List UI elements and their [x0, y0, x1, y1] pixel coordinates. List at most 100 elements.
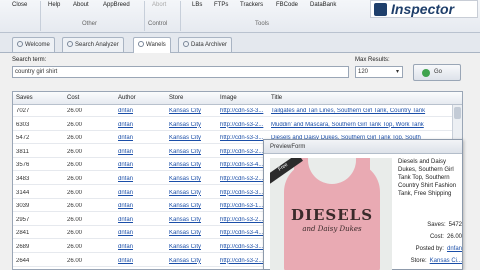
search-input[interactable]: country girl shirt [12, 66, 349, 78]
cell-title-link[interactable]: Muddin' and Mascara, Southern Girl Tank … [271, 122, 451, 128]
trackers-button[interactable]: Trackers [240, 2, 263, 8]
cell-image-link[interactable]: http://cdn-s3-4... [220, 162, 268, 168]
cell-cost: 26.00 [67, 162, 83, 169]
cell-store-link[interactable]: Kansas City [169, 135, 201, 141]
cell-author-link[interactable]: dnfan [118, 122, 133, 128]
cell-image-link[interactable]: http://cdn-s3-3... [220, 190, 268, 196]
fbcode-button[interactable]: FBCode [276, 2, 298, 8]
cell-author-link[interactable]: dnfan [118, 149, 133, 155]
max-results-select[interactable]: 120 ▾ [355, 66, 403, 78]
cell-cost: 26.00 [67, 230, 83, 237]
ftps-button[interactable]: FTPs [214, 2, 228, 8]
tab-label: Wanels [146, 42, 166, 48]
cell-store-link[interactable]: Kansas City [169, 162, 201, 168]
cell-store-link[interactable]: Kansas City [169, 108, 201, 114]
cell-store-link[interactable]: Kansas City [169, 244, 201, 250]
cell-author-link[interactable]: dnfan [118, 217, 133, 223]
cell-store-link[interactable]: Kansas City [169, 203, 201, 209]
posted-by-link[interactable]: dnfan [447, 246, 462, 252]
tab-strip: Welcome Search Analyzer Wanels Data Arch… [0, 33, 480, 53]
posted-label: Posted by: [415, 246, 444, 252]
ribbon-separator [180, 1, 181, 31]
cell-store-link[interactable]: Kansas City [169, 230, 201, 236]
magnifier-icon [67, 41, 73, 47]
column-saves[interactable]: Saves [16, 95, 33, 101]
cell-title-link[interactable]: Tailgates and Tan Lines, Southern Girl T… [271, 108, 451, 114]
preview-saves: Saves: 5472 [398, 222, 462, 228]
product-image: DIESELS and Daisy Dukes Free [270, 158, 392, 270]
cell-cost: 26.00 [67, 121, 83, 128]
column-store[interactable]: Store [169, 95, 183, 101]
store-link[interactable]: Kansas Ci... [430, 258, 462, 264]
help-button[interactable]: Help [48, 2, 60, 8]
tank-strap [354, 158, 370, 188]
table-row[interactable]: 7027 26.00 dnfan Kansas City http://cdn-s3-3… [13, 105, 453, 117]
max-results-value: 120 [358, 69, 369, 75]
cell-author-link[interactable]: dnfan [118, 230, 133, 236]
cell-store-link[interactable]: Kansas City [169, 190, 201, 196]
cell-image-link[interactable]: http://cdn-s3-3... [220, 135, 268, 141]
cell-saves: 6303 [16, 121, 30, 128]
lbs-button[interactable]: LBs [192, 2, 202, 8]
tab-data-archiver[interactable]: Data Archiver [178, 37, 233, 52]
column-author[interactable]: Author [118, 95, 136, 101]
column-title[interactable]: Title [271, 95, 282, 101]
scrollbar-thumb[interactable] [454, 107, 461, 119]
abort-button[interactable]: Abort [152, 2, 166, 8]
tab-label: Welcome [25, 42, 50, 48]
appbreed-button[interactable]: AppBreed [103, 2, 130, 8]
preview-posted-by: Posted by: dnfan [398, 246, 462, 252]
cell-cost: 26.00 [67, 108, 83, 114]
cell-cost: 26.00 [67, 148, 83, 155]
close-button[interactable]: Close [12, 2, 27, 8]
cell-author-link[interactable]: dnfan [118, 258, 133, 264]
cell-author-link[interactable]: dnfan [118, 203, 133, 209]
cell-saves: 3811 [16, 148, 29, 155]
cell-author-link[interactable]: dnfan [118, 176, 133, 182]
grid-header: Saves Cost Author Store Image Title [13, 92, 462, 105]
cell-image-link[interactable]: http://cdn-s3-4... [220, 230, 268, 236]
column-image[interactable]: Image [220, 95, 237, 101]
cell-saves: 2644 [16, 257, 30, 264]
cell-store-link[interactable]: Kansas City [169, 176, 201, 182]
group-label-tools: Tools [255, 21, 270, 27]
cost-value: 26.00 [446, 234, 462, 240]
cell-saves: 5472 [16, 135, 30, 142]
column-cost[interactable]: Cost [67, 95, 79, 101]
tab-wanels[interactable]: Wanels [133, 37, 171, 53]
cell-store-link[interactable]: Kansas City [169, 149, 201, 155]
cell-image-link[interactable]: http://cdn-s3-2... [220, 217, 268, 223]
table-row[interactable]: 6303 26.00 dnfan Kansas City http://cdn-s3-2… [13, 119, 453, 131]
cell-store-link[interactable]: Kansas City [169, 258, 201, 264]
eye-icon [138, 41, 144, 47]
cell-store-link[interactable]: Kansas City [169, 122, 201, 128]
cell-author-link[interactable]: dnfan [118, 162, 133, 168]
cell-author-link[interactable]: dnfan [118, 190, 133, 196]
about-button[interactable]: About [73, 2, 89, 8]
cell-saves: 3144 [16, 189, 30, 196]
product-image-subtitle: and Daisy Dukes [302, 225, 362, 233]
go-button[interactable]: Go [413, 64, 461, 81]
chevron-down-icon: ▾ [395, 69, 399, 75]
cell-image-link[interactable]: http://cdn-s3-3... [220, 108, 268, 114]
preview-title: PreviewForm [264, 140, 462, 154]
ribbon-separator [40, 1, 41, 31]
cell-saves: 7027 [16, 108, 30, 114]
tab-search-analyzer[interactable]: Search Analyzer [62, 37, 124, 52]
cell-image-link[interactable]: http://cdn-s3-2... [220, 122, 268, 128]
preview-form: PreviewForm DIESELS and Daisy Dukes Free… [263, 139, 463, 270]
databank-button[interactable]: DataBank [310, 2, 336, 8]
saves-value: 5472 [448, 222, 462, 228]
cell-author-link[interactable]: dnfan [118, 244, 133, 250]
cell-author-link[interactable]: dnfan [118, 135, 133, 141]
cell-image-link[interactable]: http://cdn-s3-3... [220, 244, 268, 250]
cell-store-link[interactable]: Kansas City [169, 217, 201, 223]
cell-image-link[interactable]: http://cdn-s3-2... [220, 176, 268, 182]
cell-author-link[interactable]: dnfan [118, 108, 133, 114]
preview-cost: Cost: 26.00 [398, 234, 462, 240]
cell-saves: 3576 [16, 162, 30, 169]
cell-image-link[interactable]: http://cdn-s3-2... [220, 149, 268, 155]
cell-image-link[interactable]: http://cdn-s3-2... [220, 258, 268, 264]
tab-welcome[interactable]: Welcome [12, 37, 55, 52]
cell-image-link[interactable]: http://cdn-s3-1... [220, 203, 268, 209]
